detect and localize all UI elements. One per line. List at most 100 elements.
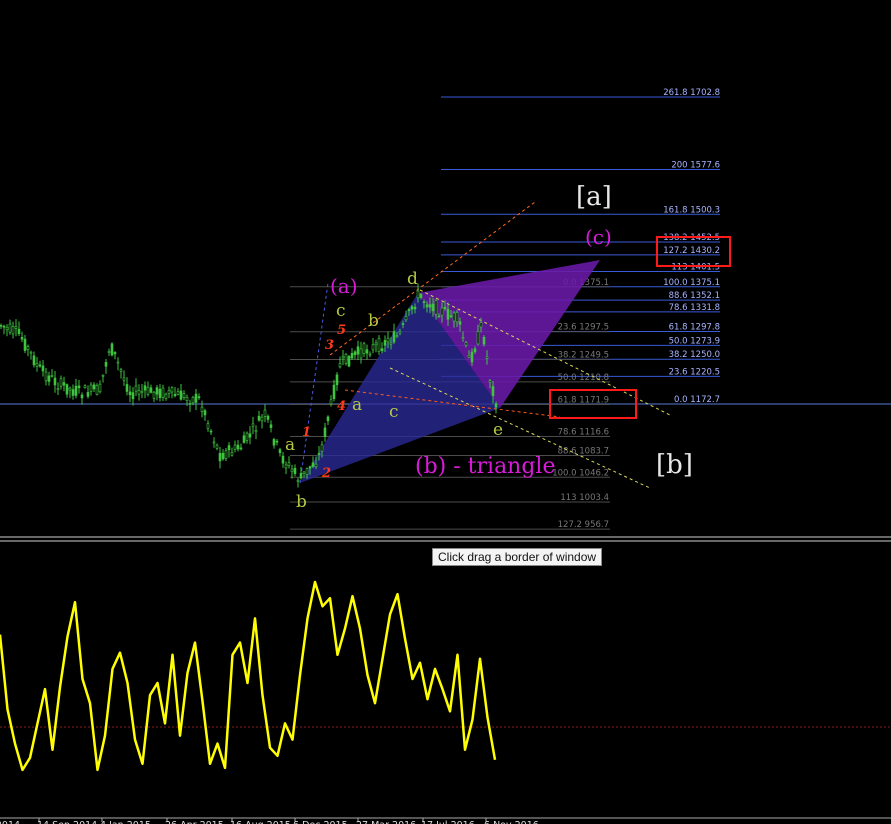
candle-body: [380, 348, 384, 352]
candle-body: [83, 385, 87, 388]
chart-canvas[interactable]: 261.8 1702.8 200 1577.6 161.8 1500.3 1 38.2 …: [0, 0, 891, 824]
candle-body: [95, 385, 99, 395]
candle-body: [452, 312, 456, 322]
candle-body: [293, 467, 297, 474]
candle-body: [329, 399, 333, 405]
candle-body: [125, 384, 129, 392]
candle-body: [338, 363, 342, 368]
candle-body: [272, 439, 276, 446]
candle-body: [488, 380, 492, 383]
candle-body: [257, 415, 261, 421]
candle-body: [317, 453, 321, 455]
candle-body: [146, 386, 150, 395]
candle-body: [5, 326, 9, 331]
candle-body: [278, 449, 282, 453]
wave-label: (a): [330, 274, 358, 298]
candle-body: [14, 326, 18, 329]
x-tick-label: 26 Apr 2015: [165, 820, 224, 824]
candle-body: [479, 322, 483, 328]
candle-body: [197, 396, 201, 399]
fib-upper-label: 23.6 1220.5: [669, 367, 720, 377]
candle-body: [185, 396, 189, 401]
candle-body: [464, 342, 468, 346]
candle-body: [113, 352, 117, 355]
wave-label: b: [296, 492, 307, 512]
fib-upper-label: 100.0 1375.1: [663, 278, 720, 288]
candle-body: [191, 397, 195, 404]
x-tick-label: 16 Aug 2015: [230, 820, 291, 824]
x-tick-label: Jun 2014: [0, 820, 20, 824]
wave-label: d: [407, 269, 418, 289]
candle-body: [383, 340, 387, 346]
candle-body: [233, 444, 237, 450]
candle-body: [425, 304, 429, 308]
fib-lower-label: 50.0 1210.8: [558, 373, 609, 383]
candle-body: [74, 385, 78, 396]
candle-body: [335, 374, 339, 386]
candle-body: [467, 354, 471, 358]
candle-body: [284, 464, 288, 469]
candle-body: [413, 306, 417, 310]
fib-lower-label: 88.6 1083.7: [558, 447, 609, 457]
candle-body: [110, 343, 114, 356]
candle-body: [395, 335, 399, 337]
candle-body: [416, 290, 420, 299]
fib-upper-label: 127.2 1430.2: [663, 246, 720, 256]
candle-body: [101, 375, 105, 377]
fib-upper-label: 38.2 1250.0: [669, 350, 720, 360]
wave-label: c: [336, 301, 346, 321]
candle-body: [320, 444, 324, 452]
fib-upper-label: 200 1577.6: [671, 161, 720, 171]
candle-body: [323, 427, 327, 437]
candle-body: [32, 355, 36, 366]
candle-body: [98, 383, 102, 393]
candle-body: [332, 384, 336, 399]
candle-body: [212, 441, 216, 444]
candle-body: [491, 386, 495, 396]
candle-body: [302, 471, 306, 474]
candle-body: [407, 309, 411, 312]
candle-body: [59, 378, 63, 387]
candle-body: [476, 331, 480, 345]
candle-body: [92, 384, 96, 390]
candle-body: [224, 450, 228, 459]
candle-body: [230, 452, 234, 456]
candle-body: [152, 391, 156, 399]
candle-body: [377, 338, 381, 352]
candle-body: [287, 462, 291, 467]
candle-body: [290, 468, 294, 472]
candle-body: [116, 361, 120, 364]
candle-body: [326, 416, 330, 422]
wave-label: 2: [321, 466, 331, 481]
x-axis: Jun 2014 14 Sep 20144 Jan 2015 26 Apr 2015…: [0, 817, 891, 824]
chart-window[interactable]: 261.8 1702.8 200 1577.6 161.8 1500.3 1 38.2 …: [0, 0, 891, 824]
candle-body: [461, 337, 465, 340]
fib-lower-label: 113 1003.4: [560, 493, 609, 503]
fib-lower-label: 23.6 1297.5: [558, 323, 609, 333]
x-tick-label: 17 Jul 2016: [421, 820, 475, 824]
candle-body: [359, 348, 363, 359]
candle-body: [410, 306, 414, 310]
candle-body: [8, 323, 12, 333]
candle-body: [86, 392, 90, 397]
x-tick-label: 6 Dec 2015: [293, 820, 348, 824]
fib-upper-label: 61.8 1297.8: [669, 323, 720, 333]
candle-body: [200, 406, 204, 412]
candle-body: [158, 388, 162, 399]
candle-body: [203, 410, 207, 416]
candle-body: [122, 377, 126, 381]
candle-body: [239, 447, 243, 450]
candle-body: [38, 364, 42, 367]
candle-body: [155, 387, 159, 395]
candle-body: [104, 362, 108, 367]
candle-body: [254, 430, 258, 433]
candle-body: [392, 331, 396, 343]
candle-body: [119, 369, 123, 372]
candle-body: [0, 325, 3, 327]
candle-body: [209, 430, 213, 433]
oscillator-line: [0, 580, 497, 772]
candle-body: [134, 385, 138, 392]
candle-body: [35, 363, 39, 367]
fib-lower-label: 127.2 956.7: [558, 520, 609, 530]
candle-body: [23, 338, 27, 351]
